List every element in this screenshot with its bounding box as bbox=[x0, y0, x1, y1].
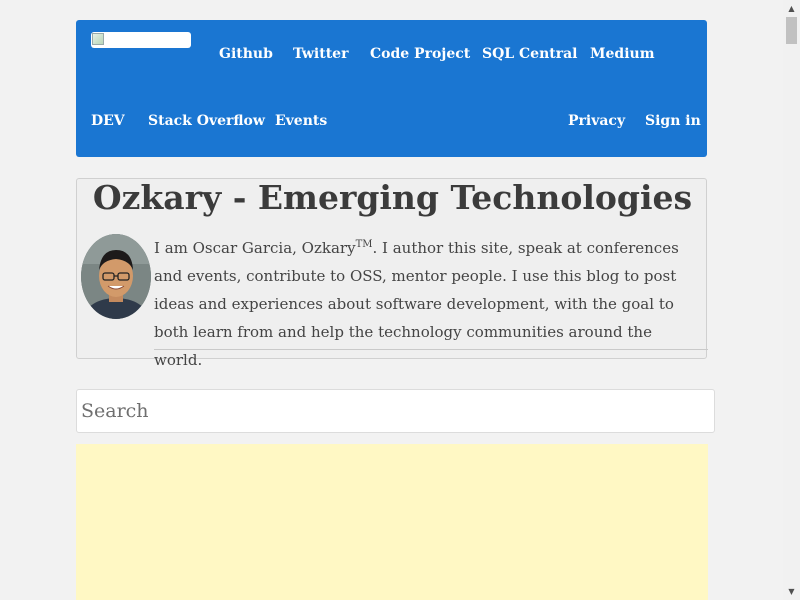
scroll-up-arrow-icon[interactable]: ▲ bbox=[783, 0, 800, 17]
person-photo-icon bbox=[81, 234, 151, 319]
nav-link-privacy[interactable]: Privacy bbox=[568, 113, 625, 129]
site-logo[interactable] bbox=[91, 32, 191, 48]
nav-link-events[interactable]: Events bbox=[275, 113, 327, 129]
page-scrollbar[interactable]: ▲ ▼ bbox=[783, 0, 800, 600]
divider bbox=[154, 349, 708, 350]
nav-link-sql-central[interactable]: SQL Central bbox=[482, 46, 577, 62]
site-title[interactable]: Ozkary - Emerging Technologies bbox=[77, 179, 708, 216]
trademark-mark: TM bbox=[355, 239, 373, 250]
content-placeholder-block bbox=[76, 444, 708, 600]
nav-link-twitter[interactable]: Twitter bbox=[293, 46, 348, 62]
search-input[interactable] bbox=[76, 389, 715, 433]
scrollbar-thumb[interactable] bbox=[786, 17, 797, 44]
nav-link-medium[interactable]: Medium bbox=[590, 46, 655, 62]
nav-link-github[interactable]: Github bbox=[219, 46, 273, 62]
nav-link-sign-in[interactable]: Sign in bbox=[645, 113, 701, 129]
broken-image-icon bbox=[92, 33, 104, 45]
nav-link-stack-overflow[interactable]: Stack Overflow bbox=[148, 113, 265, 129]
site-header-card: Ozkary - Emerging Technologies I am Osca… bbox=[76, 178, 708, 369]
page: Github Twitter Code Project SQL Central … bbox=[0, 0, 800, 600]
nav-link-dev[interactable]: DEV bbox=[91, 113, 125, 129]
scroll-down-arrow-icon[interactable]: ▼ bbox=[783, 583, 800, 600]
bio-text-start: I am Oscar Garcia, Ozkary bbox=[154, 239, 356, 257]
author-bio: I am Oscar Garcia, OzkaryTM. I author th… bbox=[154, 234, 694, 374]
nav-link-code-project[interactable]: Code Project bbox=[370, 46, 470, 62]
top-navbar: Github Twitter Code Project SQL Central … bbox=[76, 20, 707, 157]
author-avatar bbox=[81, 234, 151, 319]
